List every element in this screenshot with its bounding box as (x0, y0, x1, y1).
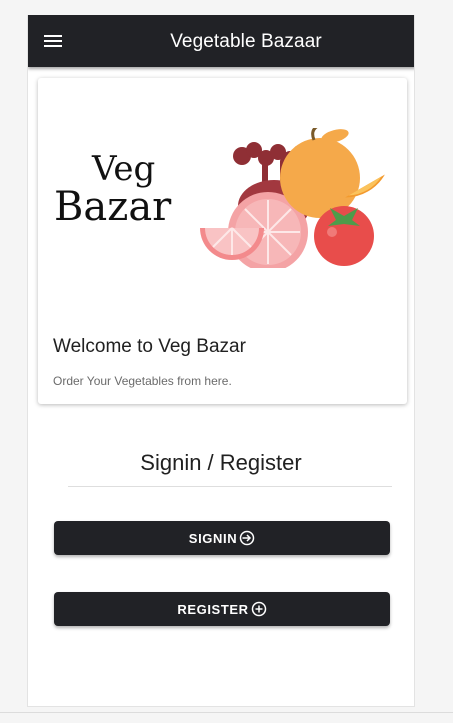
add-circle-icon (251, 601, 266, 617)
register-button[interactable]: REGISTER (54, 592, 390, 626)
logo-veg-text: Veg (91, 149, 155, 189)
divider (68, 486, 392, 487)
page-bottom-border (0, 712, 453, 713)
login-icon (239, 530, 255, 546)
app-title: Vegetable Bazaar (170, 31, 322, 52)
card-title: Welcome to Veg Bazar (53, 336, 246, 357)
signin-button[interactable]: SIGNIN (54, 521, 390, 555)
app-screen: Vegetable Bazaar Veg Bazar Welcome to Ve… (27, 15, 415, 707)
auth-heading: Signin / Register (140, 450, 302, 475)
app-toolbar: Vegetable Bazaar (28, 15, 414, 67)
welcome-card: Veg Bazar Welcome to Veg Bazar Order You… (38, 78, 407, 404)
signin-label: SIGNIN (188, 530, 238, 546)
logo-bazar-text: Bazar (54, 184, 172, 230)
register-label: REGISTER (177, 601, 249, 617)
card-subtitle: Order Your Vegetables from here. (53, 374, 232, 388)
veg-bazar-logo: Veg Bazar (54, 128, 385, 268)
